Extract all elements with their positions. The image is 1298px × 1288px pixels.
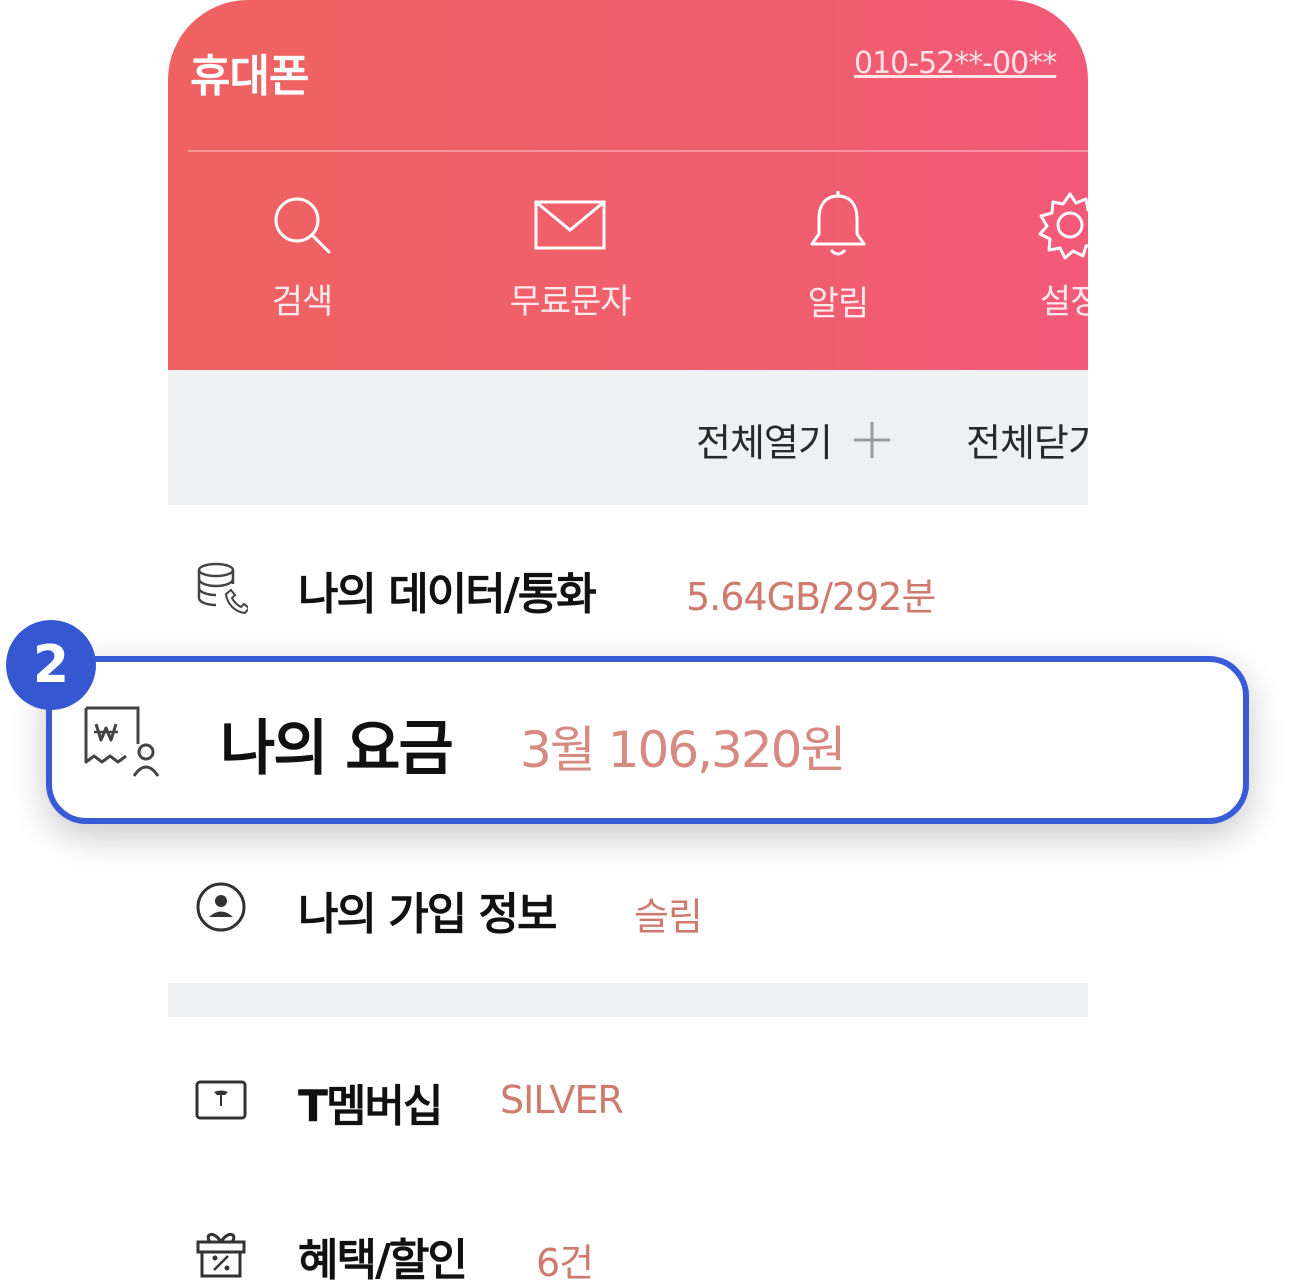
phone-number-link[interactable]: 010-52**-00**: [854, 46, 1057, 81]
page-title: 휴대폰: [190, 51, 309, 102]
step-badge: 2: [6, 620, 96, 710]
expand-all-button[interactable]: 전체열기: [696, 412, 892, 467]
data-call-icon: [197, 562, 248, 614]
membership-card-icon: [195, 1080, 247, 1120]
settings-button[interactable]: 설정: [970, 190, 1088, 340]
collapse-all-label: 전체닫기: [966, 421, 1088, 465]
gift-discount-icon: [196, 1233, 246, 1278]
benefits-title: 혜택/할인: [298, 1235, 468, 1286]
user-circle-icon: [196, 882, 246, 932]
menu-item-data-call[interactable]: 나의 데이터/통화 5.64GB/292분: [168, 540, 1088, 630]
plus-icon: [853, 421, 890, 458]
app-header: 휴대폰 010-52**-00** 검색 무료문자 알림 설정: [168, 0, 1088, 370]
menu-item-billing[interactable]: 나의 요금 3월 106,320원: [46, 656, 1249, 824]
settings-label: 설정: [1039, 282, 1088, 322]
section-divider: [168, 983, 1088, 1017]
subscription-title: 나의 가입 정보: [298, 889, 558, 940]
bell-icon: [810, 191, 866, 256]
phone-screen: 휴대폰 010-52**-00** 검색 무료문자 알림 설정 전체열기 전체닫…: [168, 0, 1088, 1288]
membership-value: SILVER: [500, 1078, 624, 1122]
free-sms-label: 무료문자: [509, 282, 631, 322]
benefits-value: 6건: [536, 1241, 594, 1285]
notification-label: 알림: [807, 284, 870, 324]
header-divider: [188, 150, 1088, 152]
data-call-title: 나의 데이터/통화: [298, 569, 597, 620]
search-button[interactable]: 검색: [202, 190, 402, 340]
bill-icon: [84, 706, 160, 777]
billing-title: 나의 요금: [220, 714, 454, 784]
expand-all-label: 전체열기: [696, 421, 833, 465]
expand-collapse-bar: 전체열기 전체닫기: [168, 370, 1088, 505]
envelope-icon: [534, 200, 606, 250]
notification-button[interactable]: 알림: [738, 190, 938, 340]
free-sms-button[interactable]: 무료문자: [470, 190, 670, 340]
search-icon: [274, 197, 331, 254]
search-label: 검색: [271, 282, 334, 322]
subscription-value: 슬림: [634, 895, 703, 939]
data-call-value: 5.64GB/292분: [686, 575, 936, 619]
membership-title: T멤버십: [298, 1081, 443, 1132]
gear-icon: [1038, 192, 1088, 260]
menu-item-benefits[interactable]: 혜택/할인 6건: [168, 1206, 1088, 1288]
billing-value: 3월 106,320원: [520, 721, 846, 779]
menu-item-subscription[interactable]: 나의 가입 정보 슬림: [168, 860, 1088, 950]
collapse-all-button[interactable]: 전체닫기: [966, 412, 1088, 467]
menu-item-membership[interactable]: T멤버십 SILVER: [168, 1052, 1088, 1142]
